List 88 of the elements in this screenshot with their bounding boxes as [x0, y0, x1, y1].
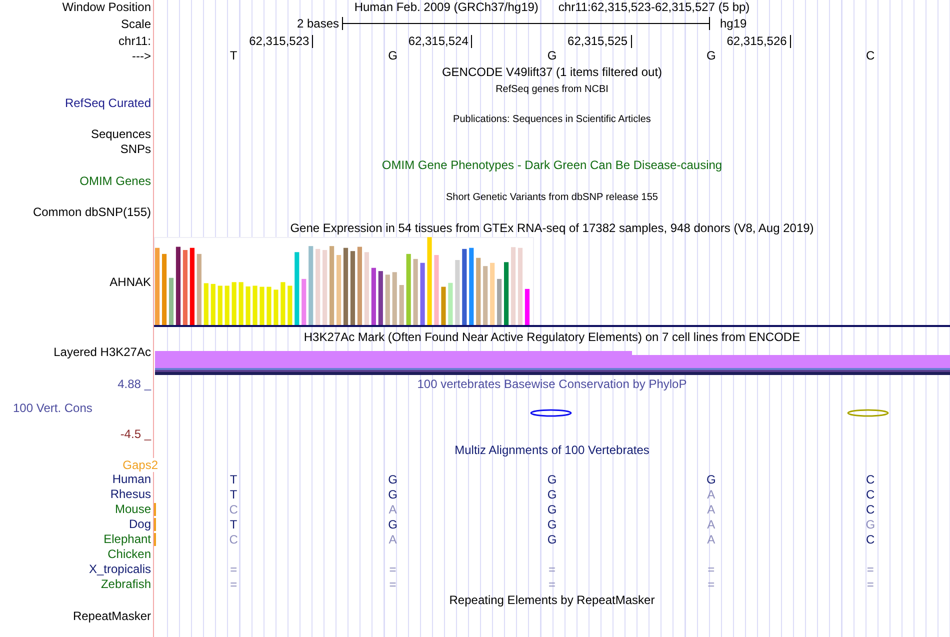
base-letter: C: [866, 50, 875, 62]
base-letter: T: [230, 488, 238, 501]
base-letter: G: [547, 503, 557, 516]
base-letter: C: [866, 473, 875, 486]
base-letter: G: [388, 50, 398, 62]
base-letter: T: [230, 50, 238, 62]
base-letter: T: [230, 518, 238, 531]
species-label: X_tropicalis: [88, 563, 151, 576]
track-label: Sequences: [90, 128, 151, 141]
position-label: 62,315,526: [726, 35, 788, 48]
base-letter: =: [230, 578, 238, 591]
base-letter: G: [866, 518, 876, 531]
base-letter: =: [708, 563, 715, 576]
base-letter: G: [388, 473, 398, 486]
position-label: 62,315,523: [249, 35, 310, 48]
track-title: OMIM Gene Phenotypes - Dark Green Can Be Disease-causing: [382, 159, 722, 172]
base-letter: =: [866, 578, 874, 591]
base-letter: A: [388, 503, 397, 516]
species-label: Rhesus: [110, 488, 151, 501]
conservation-mark: [847, 409, 889, 417]
track-title: Repeating Elements by RepeatMasker: [449, 594, 655, 607]
base-letter: A: [707, 488, 716, 501]
species-label: Mouse: [114, 503, 151, 516]
base-letter: =: [389, 578, 396, 591]
scale-text: 2 bases: [296, 18, 339, 30]
gaps-label: Gaps2: [122, 458, 158, 472]
base-letter: G: [547, 50, 557, 62]
species-label: Human: [112, 473, 151, 486]
base-letter: C: [229, 503, 238, 516]
species-label: Zebrafish: [100, 578, 151, 591]
track-title: H3K27Ac Mark (Often Found Near Active Regulatory Elements) on 7 cell lines from ENCODE: [304, 331, 800, 344]
track-title: Multiz Alignments of 100 Vertebrates: [454, 444, 650, 456]
base-letter: C: [866, 503, 875, 516]
tick-mark: [471, 35, 472, 48]
tick-mark: [630, 35, 632, 48]
track-label: RepeatMasker: [72, 610, 151, 623]
base-letter: G: [388, 488, 398, 501]
base-letter: C: [229, 533, 238, 546]
base-letter: G: [547, 488, 557, 501]
position-text: chr11:62,315,523-62,315,527 (5 bp): [558, 1, 750, 14]
tick-mark: [312, 35, 314, 48]
track-label: Common dbSNP(155): [32, 206, 151, 219]
base-letter: A: [388, 533, 397, 546]
species-label: Dog: [128, 518, 151, 531]
base-letter: =: [866, 563, 874, 576]
base-letter: =: [548, 578, 556, 591]
track-label: AHNAK: [110, 276, 151, 289]
track-title: 100 vertebrates Basewise Conservation by PhyloP: [417, 378, 687, 391]
base-letter: G: [388, 518, 398, 531]
base-letter: A: [707, 503, 716, 516]
track-title: Gene Expression in 54 tissues from GTEx RNA-seq of 17382 samples, 948 donors (V8, Aug 2019): [290, 222, 814, 235]
conservation-mark: [530, 409, 572, 417]
row-label: Scale: [120, 18, 151, 30]
track-title: Short Genetic Variants from dbSNP release 155: [446, 190, 658, 204]
species-label: Elephant: [104, 533, 151, 546]
base-letter: A: [707, 518, 716, 531]
track-label: OMIM Genes: [80, 175, 151, 188]
track-label: SNPs: [120, 143, 151, 156]
strand-label: --->: [132, 50, 151, 62]
track-title: Publications: Sequences in Scientific Articles: [453, 112, 651, 126]
position-label: 62,315,525: [568, 35, 629, 48]
track-label: RefSeq Curated: [64, 97, 151, 110]
base-letter: A: [707, 533, 716, 546]
base-letter: =: [548, 563, 556, 576]
tick-mark: [790, 35, 791, 48]
position-label: 62,315,524: [408, 35, 470, 48]
base-letter: G: [547, 473, 557, 486]
base-letter: G: [547, 518, 557, 531]
track-title: RefSeq genes from NCBI: [496, 82, 608, 96]
track-title: GENCODE V49lift37 (1 items filtered out): [442, 66, 662, 79]
base-letter: T: [230, 473, 238, 486]
track-label: Layered H3K27Ac: [54, 346, 151, 359]
species-label: Chicken: [108, 548, 151, 561]
track-label: 100 Vert. Cons: [13, 402, 92, 415]
base-letter: G: [706, 50, 716, 62]
base-letter: =: [389, 563, 396, 576]
base-letter: G: [706, 473, 716, 486]
row-label: Window Position: [62, 1, 151, 14]
assembly-name: hg19: [720, 18, 747, 30]
base-letter: C: [866, 533, 875, 546]
row-label: chr11:: [118, 34, 151, 48]
base-letter: =: [708, 578, 715, 591]
axis-min-label: -4.5 _: [120, 428, 151, 441]
axis-max-label: 4.88 _: [118, 378, 151, 391]
assembly-text: Human Feb. 2009 (GRCh37/hg19): [354, 1, 538, 14]
base-letter: G: [547, 533, 557, 546]
base-letter: =: [230, 563, 238, 576]
base-letter: C: [866, 488, 875, 501]
